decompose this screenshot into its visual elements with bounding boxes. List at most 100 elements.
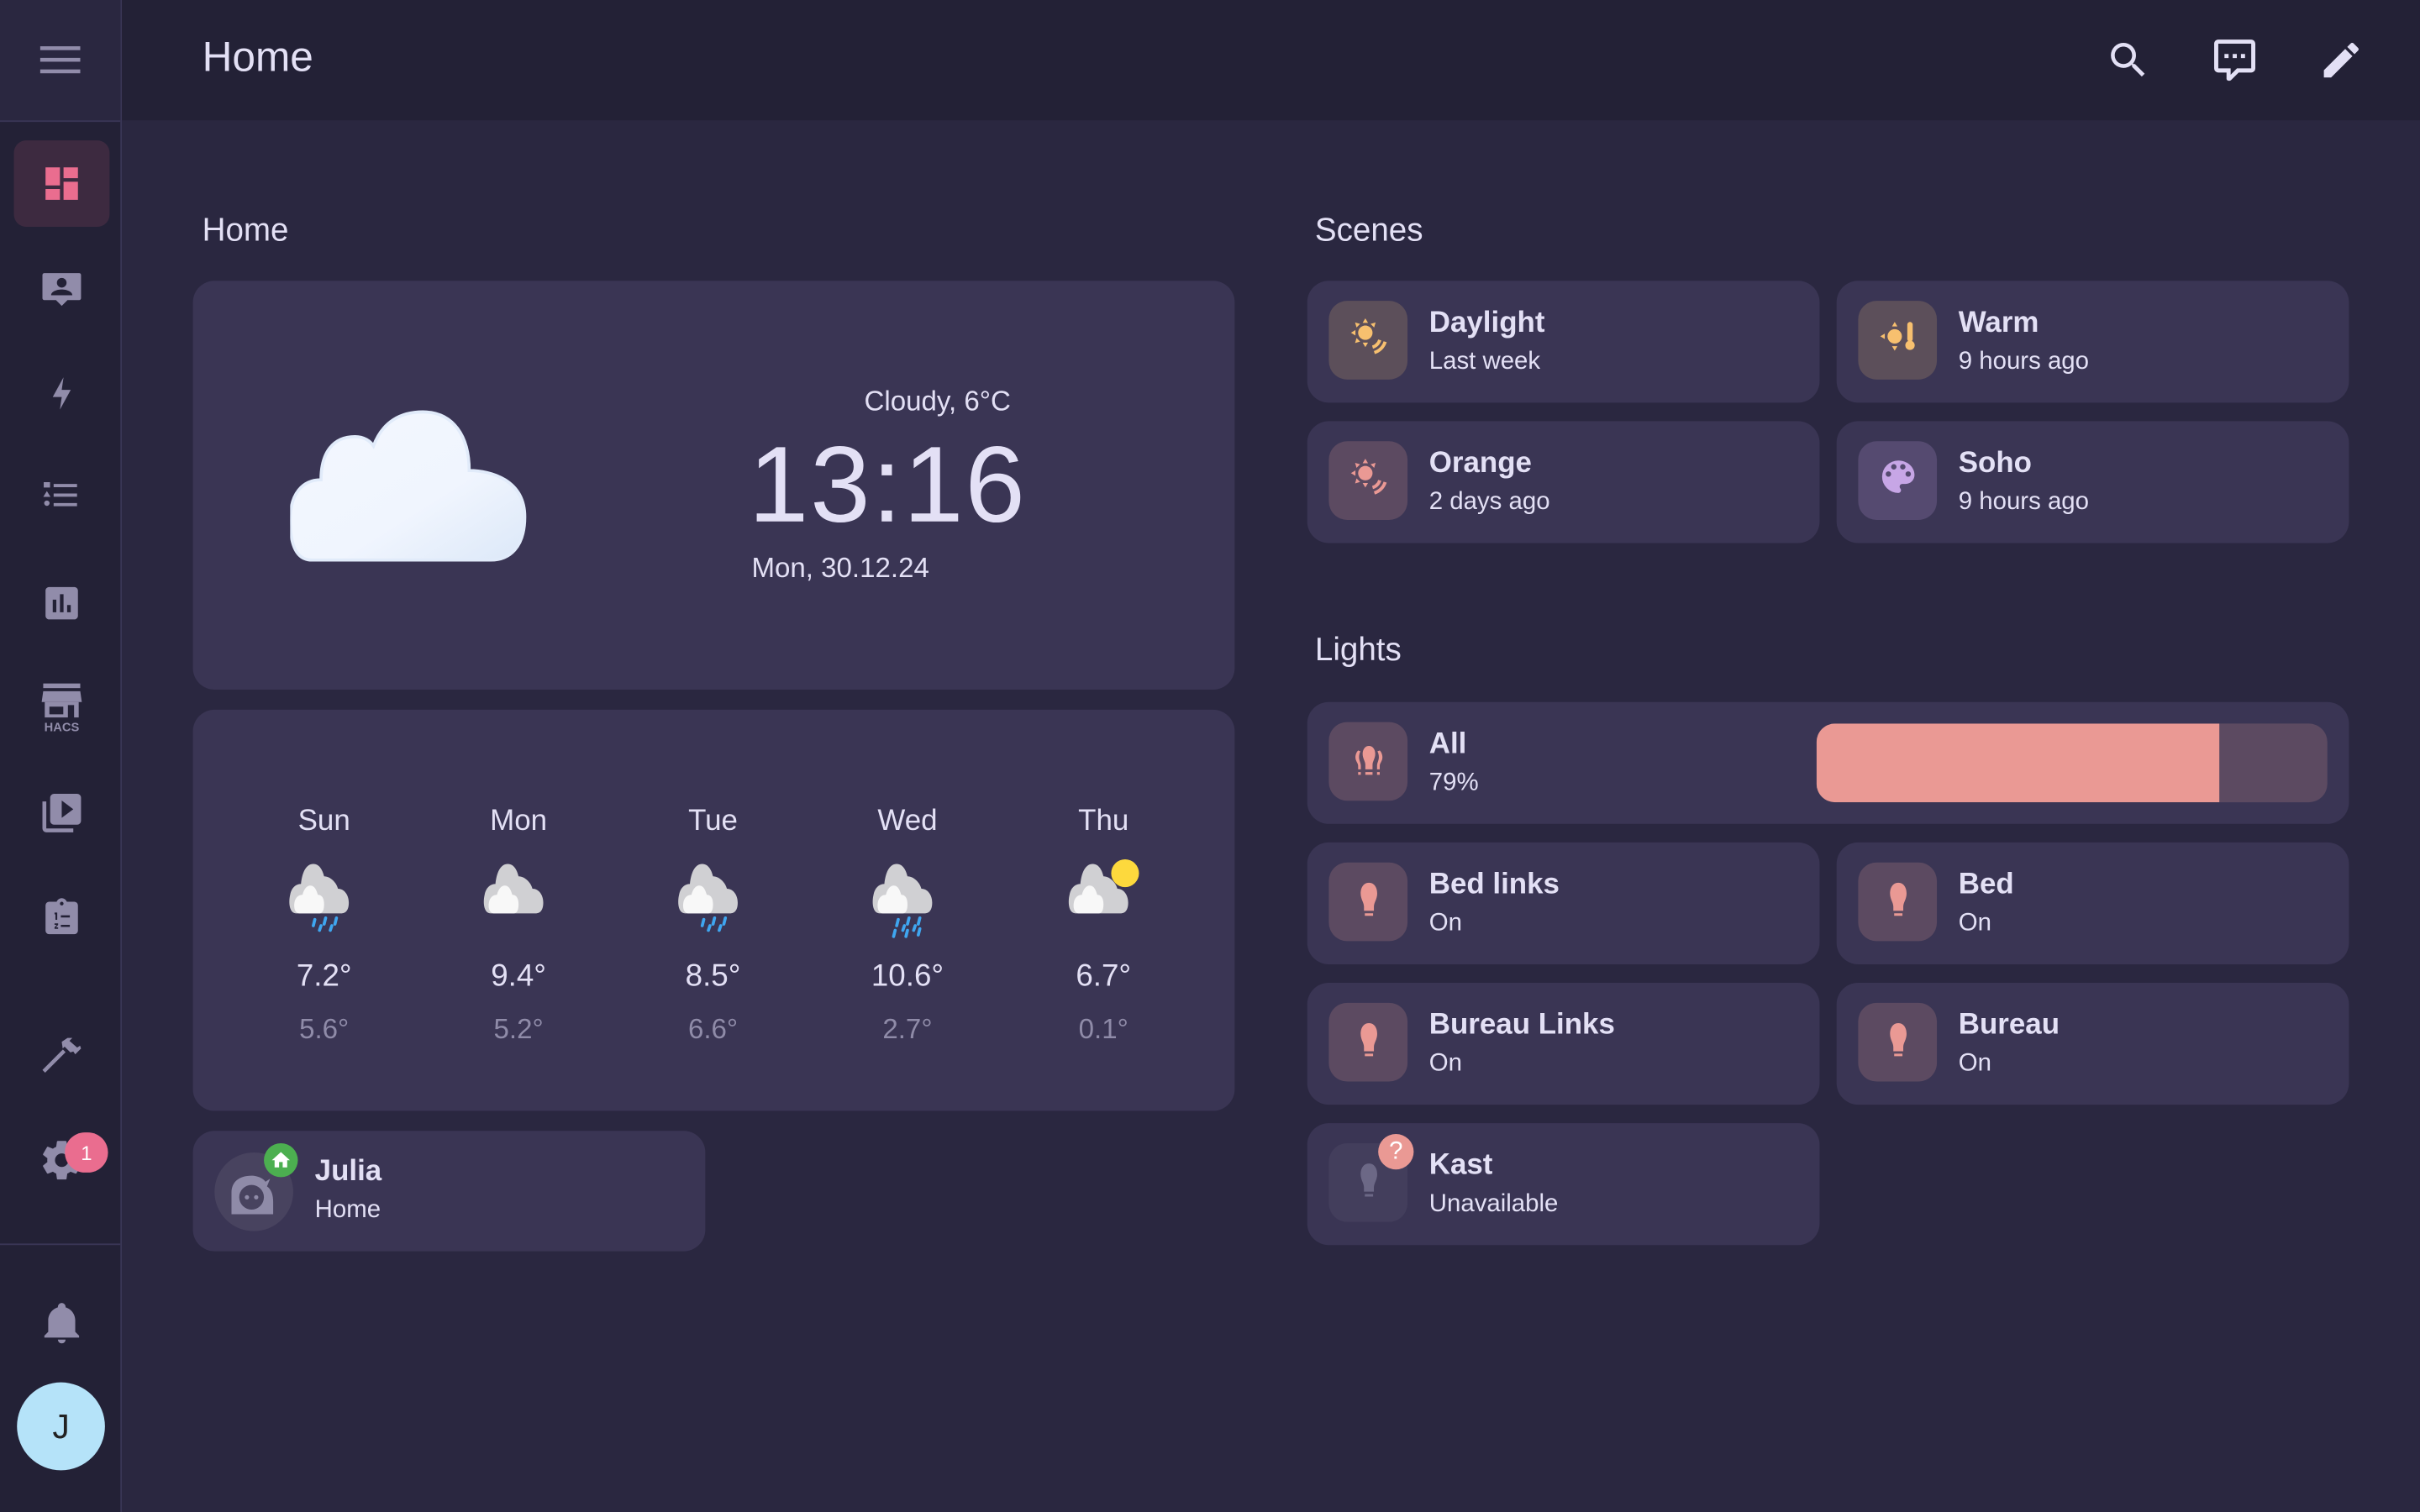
hacs-store-icon: HACS bbox=[41, 683, 82, 735]
forecast-day-label: Wed bbox=[877, 805, 938, 838]
forecast-low-temp: 2.7° bbox=[882, 1013, 933, 1045]
light-tile-bureau[interactable]: Bureau On bbox=[1836, 982, 2349, 1105]
sidebar-item-energy[interactable] bbox=[14, 350, 110, 437]
notifications-button[interactable] bbox=[14, 1279, 110, 1366]
user-avatar[interactable]: J bbox=[17, 1382, 105, 1471]
forecast-high-temp: 6.7° bbox=[1076, 959, 1132, 994]
sidebar-item-todo[interactable] bbox=[14, 874, 110, 961]
forecast-high-temp: 7.2° bbox=[296, 959, 352, 994]
search-icon bbox=[2111, 42, 2145, 77]
light-tile-bed[interactable]: Bed On bbox=[1836, 842, 2349, 964]
forecast-low-temp: 0.1° bbox=[1078, 1013, 1128, 1045]
dashboard-icon bbox=[45, 167, 78, 200]
weather-clock-card[interactable]: Cloudy, 6°C 13:16 Mon, 30.12.24 bbox=[192, 281, 1235, 690]
light-tile-icon-container bbox=[1328, 722, 1408, 801]
app-root: HACS 1 J Home Home Cloudy, 6°C 13:16 Mon… bbox=[0, 0, 2420, 1512]
sidebar-item-media[interactable] bbox=[14, 770, 110, 857]
light-tile-all[interactable]: All 79% bbox=[1307, 701, 2349, 824]
home-status-badge bbox=[264, 1142, 298, 1178]
brightness-slider-fill bbox=[1816, 723, 2221, 803]
forecast-high-temp: 9.4° bbox=[491, 959, 547, 994]
light-name: Bureau Links bbox=[1428, 1009, 1615, 1042]
assist-button[interactable] bbox=[2208, 34, 2260, 86]
play-box-multiple-icon bbox=[42, 793, 82, 832]
clipboard-list-icon bbox=[45, 898, 78, 935]
brightness-slider[interactable] bbox=[1816, 723, 2328, 803]
page-title: Home bbox=[202, 34, 313, 81]
forecast-low-temp: 5.2° bbox=[493, 1013, 544, 1045]
edit-dashboard-button[interactable] bbox=[2315, 34, 2367, 86]
lightning-icon bbox=[52, 377, 71, 410]
chart-box-icon bbox=[45, 586, 78, 620]
sun-thermometer-icon bbox=[1876, 315, 1919, 366]
lightbulb-icon bbox=[1889, 1022, 1907, 1056]
light-tile-kast[interactable]: ? Kast Unavailable bbox=[1307, 1123, 1820, 1246]
clock-date: Mon, 30.12.24 bbox=[751, 552, 929, 584]
sidebar-item-overview[interactable] bbox=[13, 140, 110, 227]
scene-last-activated: 2 days ago bbox=[1428, 489, 1550, 516]
forecast-day-label: Tue bbox=[688, 805, 738, 838]
top-app-bar: Home bbox=[122, 0, 2420, 121]
menu-button[interactable] bbox=[0, 0, 121, 123]
scene-icon-container bbox=[1858, 441, 1938, 520]
forecast-day-label: Thu bbox=[1078, 805, 1129, 838]
lightbulb-icon bbox=[1889, 881, 1907, 916]
scene-name: Warm bbox=[1958, 307, 2039, 340]
forecast-high-temp: 10.6° bbox=[871, 959, 944, 994]
scene-last-activated: Last week bbox=[1428, 349, 1541, 375]
scene-name: Soho bbox=[1958, 447, 2033, 480]
light-name: Bureau bbox=[1958, 1009, 2060, 1042]
scene-name: Daylight bbox=[1428, 307, 1545, 340]
forecast-day-label: Mon bbox=[490, 805, 548, 838]
hamburger-menu-icon bbox=[39, 46, 81, 74]
scene-tile-soho[interactable]: Soho 9 hours ago bbox=[1836, 421, 2349, 543]
assist-chat-icon bbox=[2214, 39, 2256, 81]
light-state: On bbox=[1428, 1050, 1462, 1078]
sidebar-item-developer-tools[interactable] bbox=[14, 1012, 110, 1099]
face-woman-icon bbox=[231, 1175, 274, 1215]
cloudy-weather-icon bbox=[290, 410, 527, 562]
person-state: Home bbox=[314, 1197, 381, 1224]
light-tile-bureau-links[interactable]: Bureau Links On bbox=[1307, 982, 1820, 1105]
account-box-icon bbox=[42, 273, 82, 307]
scene-icon-container bbox=[1328, 301, 1408, 380]
forecast-high-temp: 8.5° bbox=[685, 959, 741, 994]
scene-tile-orange[interactable]: Orange 2 days ago bbox=[1307, 421, 1820, 543]
light-icon-container bbox=[1328, 862, 1408, 942]
clock-time: 13:16 bbox=[748, 424, 1027, 545]
person-tile-julia[interactable]: Julia Home bbox=[192, 1131, 706, 1252]
forecast-day-label: Sun bbox=[297, 805, 350, 838]
light-state: 79% bbox=[1428, 769, 1479, 796]
light-icon-container bbox=[1858, 1002, 1938, 1082]
hammer-icon bbox=[42, 1037, 82, 1073]
light-name: Bed links bbox=[1428, 869, 1560, 901]
search-button[interactable] bbox=[2102, 34, 2154, 86]
sidebar-item-logbook[interactable] bbox=[14, 455, 110, 542]
weather-condition: Cloudy, 6°C bbox=[864, 386, 1011, 417]
unavailable-question-badge: ? bbox=[1378, 1133, 1414, 1170]
sidebar-item-history[interactable] bbox=[14, 560, 110, 647]
light-name: Kast bbox=[1428, 1149, 1493, 1182]
scenes-section-title: Scenes bbox=[1314, 213, 1423, 249]
scene-last-activated: 9 hours ago bbox=[1958, 489, 2090, 516]
scene-name: Orange bbox=[1428, 447, 1532, 480]
sidebar-item-hacs[interactable]: HACS bbox=[14, 665, 110, 752]
scene-icon-container bbox=[1858, 301, 1938, 380]
settings-notification-badge: 1 bbox=[65, 1132, 108, 1173]
sidebar-item-map[interactable] bbox=[14, 245, 110, 332]
light-state: On bbox=[1428, 910, 1462, 937]
light-name: Bed bbox=[1958, 869, 2014, 901]
cloud-icon bbox=[483, 864, 544, 914]
lights-section-title: Lights bbox=[1314, 633, 1402, 669]
weather-forecast-card[interactable]: Sun 7.2° 5.6° Mon 9.4° 5.2° Tue 8.5° 6.6° Wed 10.6… bbox=[192, 709, 1235, 1111]
person-name: Julia bbox=[314, 1155, 382, 1189]
scene-tile-warm[interactable]: Warm 9 hours ago bbox=[1836, 281, 2349, 403]
light-tile-bed-links[interactable]: Bed links On bbox=[1307, 842, 1820, 964]
scene-tile-daylight[interactable]: Daylight Last week bbox=[1307, 281, 1820, 403]
format-list-icon bbox=[43, 481, 77, 507]
palette-icon bbox=[1876, 455, 1919, 507]
sidebar: HACS 1 J bbox=[0, 0, 123, 1512]
scene-last-activated: 9 hours ago bbox=[1958, 349, 2090, 375]
cloud-heavy-rain-icon bbox=[872, 864, 933, 938]
user-initial: J bbox=[52, 1406, 70, 1446]
